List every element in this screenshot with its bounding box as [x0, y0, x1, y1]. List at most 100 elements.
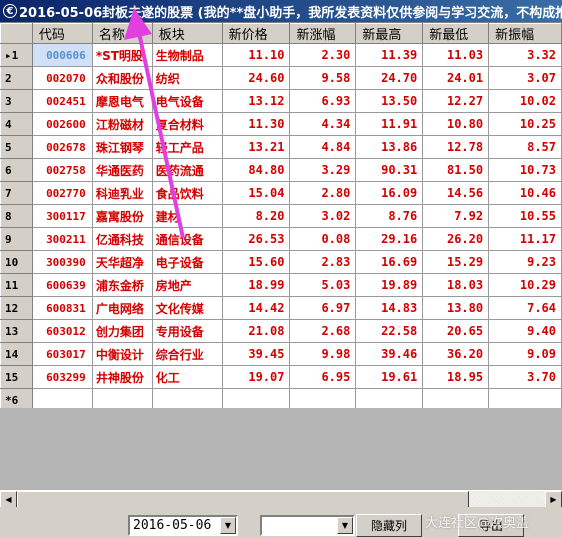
- cell-high[interactable]: 29.16: [355, 227, 424, 251]
- cell-sector[interactable]: 综合行业: [151, 342, 223, 366]
- cell-price[interactable]: 14.42: [221, 296, 291, 320]
- date-dropdown-icon[interactable]: ▼: [220, 517, 236, 534]
- cell-code[interactable]: 300390: [31, 250, 93, 274]
- cell-sector[interactable]: 轻工产品: [151, 135, 223, 159]
- cell-sector[interactable]: 化工: [151, 365, 223, 389]
- cell-price[interactable]: 19.07: [221, 365, 291, 389]
- filter-combobox[interactable]: ▼: [260, 515, 355, 536]
- row-number[interactable]: 5: [0, 135, 33, 159]
- cell-name[interactable]: 浦东金桥: [91, 273, 153, 297]
- row-number[interactable]: 11: [0, 273, 33, 297]
- cell-change[interactable]: 9.98: [289, 342, 357, 366]
- column-header-price[interactable]: 新价格: [221, 23, 291, 44]
- cell-price[interactable]: 39.45: [221, 342, 291, 366]
- row-number[interactable]: 9: [0, 227, 33, 251]
- cell-amplitude[interactable]: 10.25: [488, 112, 562, 136]
- cell-amplitude[interactable]: 9.09: [488, 342, 562, 366]
- cell-name[interactable]: 华通医药: [91, 158, 153, 182]
- cell-code[interactable]: 603017: [31, 342, 93, 366]
- cell-amplitude[interactable]: 10.73: [488, 158, 562, 182]
- cell-name[interactable]: *ST明股: [91, 43, 153, 67]
- cell-amplitude[interactable]: 10.29: [488, 273, 562, 297]
- cell-code[interactable]: 002758: [31, 158, 93, 182]
- cell-price[interactable]: 15.04: [221, 181, 291, 205]
- table-row[interactable]: 15 603299 井神股份 化工 19.07 6.95 19.61 18.95 3.70: [0, 365, 562, 389]
- table-row[interactable]: ▸1 000606 *ST明股 生物制品 11.10 2.30 11.39 11.03 3.32: [0, 43, 562, 67]
- cell-low[interactable]: 12.78: [422, 135, 490, 159]
- cell-sector[interactable]: 电气设备: [151, 89, 223, 113]
- cell-high[interactable]: 16.69: [355, 250, 424, 274]
- title-bar[interactable]: € 2016-05-06封板未遂的股票 (我的**盘小助手，我所发表资料仅供参阅…: [0, 0, 562, 22]
- cell-amplitude[interactable]: 11.17: [488, 227, 562, 251]
- table-row[interactable]: 12 600831 广电网络 文化传媒 14.42 6.97 14.83 13.80 7.64: [0, 296, 562, 320]
- cell-amplitude[interactable]: 10.46: [488, 181, 562, 205]
- cell-low[interactable]: 18.03: [422, 273, 490, 297]
- cell-code[interactable]: 002451: [31, 89, 93, 113]
- cell-low[interactable]: 36.20: [422, 342, 490, 366]
- cell-low[interactable]: 12.27: [422, 89, 490, 113]
- cell-change[interactable]: 3.02: [289, 204, 357, 228]
- cell-name[interactable]: 广电网络: [91, 296, 153, 320]
- cell-sector[interactable]: 生物制品: [151, 43, 223, 67]
- table-row[interactable]: 14 603017 中衡设计 综合行业 39.45 9.98 39.46 36.20 9.09: [0, 342, 562, 366]
- cell-price[interactable]: 15.60: [221, 250, 291, 274]
- scroll-thumb[interactable]: [17, 491, 469, 508]
- table-row[interactable]: 10 300390 天华超净 电子设备 15.60 2.83 16.69 15.29 9.23: [0, 250, 562, 274]
- row-number[interactable]: 6: [0, 158, 33, 182]
- cell-sector[interactable]: 专用设备: [151, 319, 223, 343]
- cell-code[interactable]: 600639: [31, 273, 93, 297]
- column-header-change[interactable]: 新涨幅: [289, 23, 357, 44]
- row-number[interactable]: 13: [0, 319, 33, 343]
- row-number[interactable]: 2: [0, 66, 33, 90]
- column-header-low[interactable]: 新最低: [422, 23, 490, 44]
- cell-low[interactable]: 24.01: [422, 66, 490, 90]
- empty-cell[interactable]: [221, 388, 291, 408]
- cell-price[interactable]: 84.80: [221, 158, 291, 182]
- table-row[interactable]: 11 600639 浦东金桥 房地产 18.99 5.03 19.89 18.03 10.29: [0, 273, 562, 297]
- scroll-left-icon[interactable]: ◀: [0, 491, 17, 508]
- cell-change[interactable]: 3.29: [289, 158, 357, 182]
- corner-cell[interactable]: [0, 23, 33, 44]
- cell-high[interactable]: 19.89: [355, 273, 424, 297]
- table-row[interactable]: 13 603012 创力集团 专用设备 21.08 2.68 22.58 20.65 9.40: [0, 319, 562, 343]
- cell-name[interactable]: 科迪乳业: [91, 181, 153, 205]
- horizontal-scrollbar[interactable]: ◀ ▶: [0, 490, 562, 508]
- cell-code[interactable]: 603299: [31, 365, 93, 389]
- cell-change[interactable]: 2.68: [289, 319, 357, 343]
- cell-high[interactable]: 24.70: [355, 66, 424, 90]
- cell-price[interactable]: 18.99: [221, 273, 291, 297]
- cell-name[interactable]: 嘉寓股份: [91, 204, 153, 228]
- cell-low[interactable]: 13.80: [422, 296, 490, 320]
- cell-code[interactable]: 002678: [31, 135, 93, 159]
- cell-high[interactable]: 13.50: [355, 89, 424, 113]
- cell-price[interactable]: 26.53: [221, 227, 291, 251]
- cell-change[interactable]: 9.58: [289, 66, 357, 90]
- cell-amplitude[interactable]: 10.55: [488, 204, 562, 228]
- column-header-code[interactable]: 代码: [31, 23, 93, 44]
- cell-amplitude[interactable]: 3.07: [488, 66, 562, 90]
- cell-sector[interactable]: 建材: [151, 204, 223, 228]
- cell-price[interactable]: 11.30: [221, 112, 291, 136]
- cell-change[interactable]: 4.84: [289, 135, 357, 159]
- cell-code[interactable]: 000606: [31, 43, 93, 67]
- column-header-name[interactable]: 名称: [91, 23, 153, 44]
- filter-dropdown-icon[interactable]: ▼: [337, 517, 353, 534]
- hide-column-button[interactable]: 隐藏列: [356, 514, 422, 537]
- column-header-sector[interactable]: 板块: [151, 23, 223, 44]
- cell-amplitude[interactable]: 9.23: [488, 250, 562, 274]
- cell-price[interactable]: 13.21: [221, 135, 291, 159]
- cell-high[interactable]: 11.91: [355, 112, 424, 136]
- empty-cell[interactable]: [31, 388, 93, 408]
- scroll-right-icon[interactable]: ▶: [545, 491, 562, 508]
- date-picker[interactable]: 2016-05-06 ▼: [128, 515, 238, 536]
- cell-low[interactable]: 7.92: [422, 204, 490, 228]
- cell-code[interactable]: 300211: [31, 227, 93, 251]
- row-number[interactable]: 7: [0, 181, 33, 205]
- date-value[interactable]: 2016-05-06: [130, 517, 220, 534]
- export-button[interactable]: 导出: [458, 514, 524, 537]
- row-number[interactable]: 8: [0, 204, 33, 228]
- cell-amplitude[interactable]: 7.64: [488, 296, 562, 320]
- cell-name[interactable]: 天华超净: [91, 250, 153, 274]
- table-row[interactable]: 5 002678 珠江钢琴 轻工产品 13.21 4.84 13.86 12.78 8.57: [0, 135, 562, 159]
- row-number[interactable]: 12: [0, 296, 33, 320]
